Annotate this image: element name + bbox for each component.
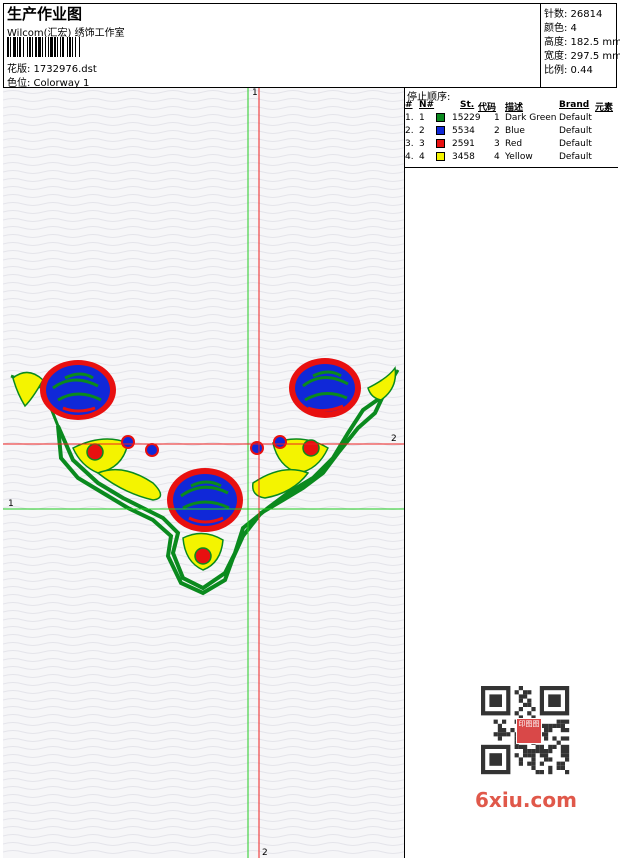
row-stitches: 5534 [452,126,475,136]
row-description: Yellow [505,152,533,162]
row-needle: 3 [419,139,425,149]
table-divider [405,167,618,168]
barcode [7,37,139,57]
rose-left [40,360,116,420]
row-index: 1. [405,113,414,123]
embroidery-preview [3,88,404,858]
design-width: 宽度: 297.5 mm [544,51,620,62]
row-description: Blue [505,126,525,136]
row-needle: 4 [419,152,425,162]
col-brand: Brand [559,100,590,110]
table-row: 4. 4 3458 4 Yellow Default [405,152,618,165]
design-file-label: 花版: 1732976.dst [7,64,97,75]
row-index: 3. [405,139,414,149]
row-brand: Default [559,139,592,149]
color-count: 颜色: 4 [544,23,577,34]
guide-label-red-horizontal: 2 [391,434,397,444]
row-needle: 1 [419,113,425,123]
stop-sequence-table: # N# St. 代码 描述 Brand 元素 1. 1 15229 1 Dark Gr… [405,100,618,165]
seal-text: 印图图 [518,720,540,728]
stitch-count: 针数: 26814 [544,9,603,20]
col-needle: N# [419,100,435,110]
row-brand: Default [559,126,592,136]
design-preview: 1 2 2 1 [3,88,404,858]
color-swatch [436,113,445,122]
color-swatch [436,126,445,135]
col-stitches: St. [460,100,475,110]
row-code: 4 [494,152,500,162]
page-title: 生产作业图 [7,5,83,23]
row-description: Dark Green [505,113,557,123]
guide-label-green-vertical: 1 [252,88,258,98]
col-index: # [405,100,413,110]
rose-center [167,468,243,532]
row-index: 4. [405,152,414,162]
design-height: 高度: 182.5 mm [544,37,620,48]
rose-right [289,358,361,418]
row-brand: Default [559,152,592,162]
table-row: 3. 3 2591 3 Red Default [405,139,618,152]
specs-box: 针数: 26814 颜色: 4 高度: 182.5 mm 宽度: 297.5 m… [540,3,620,87]
guide-label-green-horizontal: 1 [8,499,14,509]
row-code: 1 [494,113,500,123]
table-row: 2. 2 5534 2 Blue Default [405,126,618,139]
seal-stamp: 印图图 [516,718,542,744]
watermark: 印图图 6xiu.com [469,680,583,820]
row-brand: Default [559,113,592,123]
watermark-text: 6xiu.com [475,788,577,812]
guide-label-red-vertical: 2 [262,848,268,858]
color-swatch [436,139,445,148]
row-description: Red [505,139,523,149]
row-stitches: 2591 [452,139,475,149]
table-row: 1. 1 15229 1 Dark Green Default [405,113,618,126]
table-header: # N# St. 代码 描述 Brand 元素 [405,100,618,113]
design-scale: 比例: 0.44 [544,65,593,76]
barcode-bar [80,37,82,57]
row-code: 2 [494,126,500,136]
row-stitches: 15229 [452,113,481,123]
col-code: 代码 [478,103,497,113]
col-description: 描述 [505,103,524,113]
row-stitches: 3458 [452,152,475,162]
col-element: 元素 [595,103,614,113]
row-index: 2. [405,126,414,136]
row-needle: 2 [419,126,425,136]
row-code: 3 [494,139,500,149]
color-swatch [436,152,445,161]
